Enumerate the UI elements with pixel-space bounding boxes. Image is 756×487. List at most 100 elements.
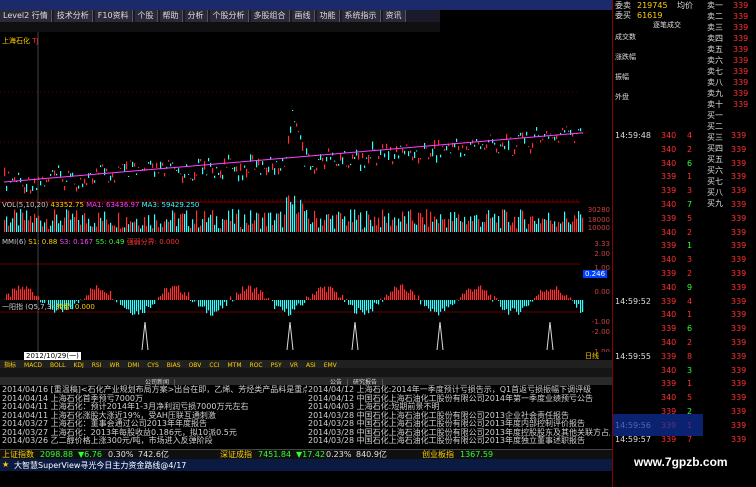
volume-bar [544,219,546,232]
volume-bar [160,223,162,232]
volume-bar [380,227,382,232]
mmi-bar [516,300,518,312]
volume-bar [132,222,134,232]
mmi-bar [426,300,428,306]
tick-price: 339 [661,324,677,334]
volume-bar [576,218,578,232]
tick-right-price: 339 [731,351,747,361]
volume-bar [452,221,454,232]
candle [226,166,228,168]
candle [414,151,416,159]
volume-bar [274,220,276,232]
mmi-bar [386,294,388,300]
volume-bar [474,215,476,232]
candle [476,138,478,142]
tick-vol: 1 [687,241,693,251]
period-label[interactable]: 日线 [585,352,599,360]
volume-bar [508,221,510,232]
candle [406,144,408,146]
volume-bar [300,199,302,232]
volume-bar [552,223,554,232]
mmi-bar [384,297,386,300]
signal-spike [141,321,149,351]
volume-bar [290,201,292,232]
volume-bar [320,218,322,232]
mmi-bar [320,286,322,300]
star-icon[interactable]: ★ [2,460,9,469]
tick-right-price: 339 [731,296,747,306]
candle [64,185,66,191]
candle [32,186,34,191]
volume-bar [326,214,328,232]
tick-price: 340 [661,310,677,320]
menu-item[interactable]: 帮助 [159,10,183,22]
menu-item[interactable]: 个股 [134,10,158,22]
menu-item[interactable]: 技术分析 [53,10,93,22]
menu-item[interactable]: F10资料 [94,10,133,22]
candle [296,123,298,127]
mmi-bar [172,286,174,300]
volume-bar [140,228,142,232]
menu-item[interactable]: Level2 行情 [0,10,52,22]
menu-item[interactable]: 画线 [291,10,315,22]
menu-item[interactable]: 系统指示 [341,10,381,22]
volume-bar [238,209,240,232]
volume-bar [568,222,570,232]
mmi-bar [530,300,532,302]
mmi-bar [26,286,28,300]
candle [540,140,542,143]
candle [6,185,8,191]
tick-vol: 7 [687,200,693,209]
volume-bar [170,220,172,232]
mmi-bar [482,289,484,300]
volume-bar [482,221,484,232]
mmi-bar [150,300,152,308]
mmi-bar [504,300,506,311]
mmi-bar [376,300,378,304]
mmi-bar [428,300,430,309]
mmi-bar [20,288,22,300]
mmi-bar [16,290,18,300]
volume-bar [260,228,262,232]
volume-bar [386,222,388,232]
volume-bar [292,204,294,232]
mmi-bar [84,298,86,300]
tick-price: 340 [661,282,677,292]
volume-bar [120,228,122,232]
candle [218,172,220,176]
volume-bar [564,211,566,232]
mmi-bar [12,288,14,300]
candle [188,173,190,175]
tick-price: 339 [661,269,677,278]
mmi-bar [460,297,462,300]
mmi-bar [364,300,366,315]
mmi-bar [566,295,568,300]
candle [276,161,278,163]
menu-item[interactable]: 资讯 [382,10,406,22]
menu-item[interactable]: 功能 [316,10,340,22]
volume-bar [66,209,68,232]
news-item[interactable]: 2014/03/28 中国石化上海石油化工股份有限公司2013年度独立董事述职报… [308,436,585,446]
mmi-bar [458,300,460,301]
news-item[interactable]: 2014/03/26 乙二醇价格上涨300元/吨，市场进入反弹阶段 [2,436,213,446]
candle [496,148,498,153]
candle [86,182,88,186]
mmi-bar [312,293,314,300]
mmi-bar [328,286,330,300]
taskbar-text[interactable]: 大智慧SuperView寻光今日主力资金路线@4/17 [14,460,186,471]
volume-bar [450,212,452,232]
volume-bar [100,217,102,232]
volume-bar [104,211,106,232]
candle [132,161,134,168]
menu-item[interactable]: 个股分析 [209,10,249,22]
menu-item[interactable]: 分析 [184,10,208,22]
mmi-bar [424,300,426,307]
mmi-bar [528,300,530,306]
mmi-bar [552,289,554,300]
candle [300,135,302,140]
menu-item[interactable]: 多股组合 [250,10,290,22]
volume-bar [518,216,520,232]
signal-name: 一阳指 (Q5,7,3) [2,303,55,311]
volume-bar [76,210,78,232]
mmi-bar [298,300,300,304]
